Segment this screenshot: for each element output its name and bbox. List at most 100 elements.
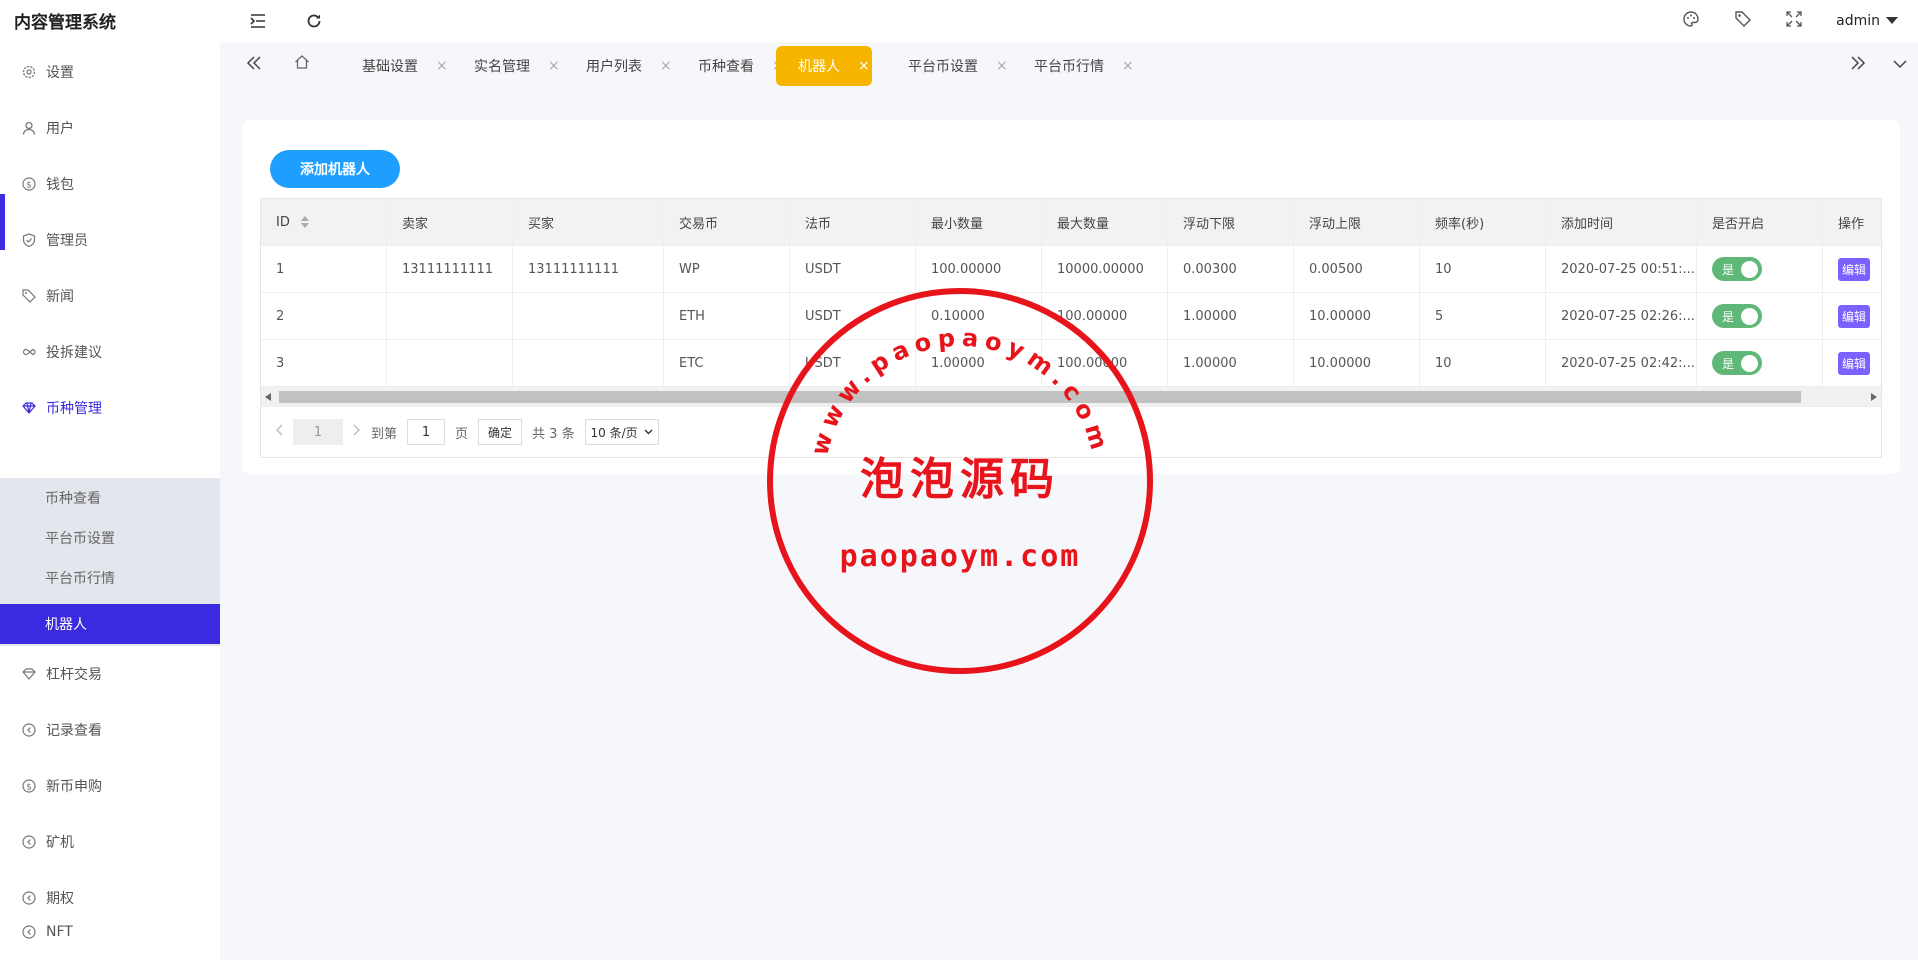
- current-page[interactable]: 1: [293, 419, 343, 445]
- cell-seller: 13111111111: [387, 246, 513, 292]
- next-page-icon[interactable]: [353, 424, 361, 440]
- goto-page-input[interactable]: 1: [407, 419, 446, 445]
- close-icon[interactable]: ×: [436, 58, 448, 74]
- scrollbar-thumb[interactable]: [279, 391, 1801, 403]
- sidebar-item-leverage[interactable]: 杠杆交易: [0, 646, 220, 702]
- robot-table: ID 卖家 买家 交易币 法币 最小数量 最大数量 浮动下限 浮动上限 频率(秒…: [260, 198, 1882, 458]
- diamond-icon: [22, 668, 36, 680]
- cell-max-qty: 100.00000: [1042, 340, 1168, 386]
- header-fiat: 法币: [790, 199, 916, 245]
- switch-knob: [1741, 307, 1758, 325]
- pagination: 1 到第 1 页 确定 共 3 条 10 条/页: [261, 407, 1881, 457]
- tab-user-list[interactable]: 用户列表 ×: [564, 46, 672, 86]
- sidebar-item-user[interactable]: 用户: [0, 100, 220, 156]
- cell-enabled: 是: [1697, 340, 1823, 386]
- sidebar-item-settings[interactable]: 设置: [0, 44, 220, 100]
- cell-seller: [387, 340, 513, 386]
- edit-button[interactable]: 编辑: [1838, 304, 1871, 328]
- header-frequency: 频率(秒): [1420, 199, 1546, 245]
- edit-button[interactable]: 编辑: [1838, 257, 1871, 281]
- sort-icon[interactable]: [300, 215, 310, 229]
- home-icon[interactable]: [294, 54, 310, 74]
- sidebar-item-wallet[interactable]: $ 钱包: [0, 156, 220, 212]
- circle-arrow-icon: [22, 891, 36, 905]
- sidebar-item-label: 记录查看: [46, 723, 102, 739]
- cell-float-min: 0.00300: [1168, 246, 1294, 292]
- close-icon[interactable]: ×: [996, 58, 1008, 74]
- close-icon[interactable]: ×: [548, 58, 560, 74]
- circle-arrow-icon: [22, 723, 36, 737]
- sidebar-item-nft[interactable]: NFT: [0, 904, 220, 960]
- sidebar-item-label: 币种管理: [46, 401, 102, 417]
- theme-icon[interactable]: [1682, 10, 1700, 32]
- tab-label: 基础设置: [362, 59, 418, 75]
- sidebar-item-label: 新闻: [46, 289, 74, 305]
- edit-button[interactable]: 编辑: [1838, 351, 1871, 375]
- tab-label: 用户列表: [586, 59, 642, 75]
- add-robot-button[interactable]: 添加机器人: [270, 150, 400, 188]
- tab-robot[interactable]: 机器人 ×: [776, 46, 872, 86]
- tabs-scroll-left-icon[interactable]: [246, 56, 262, 74]
- refresh-icon[interactable]: [303, 10, 325, 32]
- enabled-switch[interactable]: 是: [1712, 351, 1762, 375]
- tab-label: 实名管理: [474, 59, 530, 75]
- tabs-scroll-right-icon[interactable]: [1850, 56, 1866, 74]
- sidebar-item-miner[interactable]: 矿机: [0, 814, 220, 870]
- sidebar-item-feedback[interactable]: 投拆建议: [0, 324, 220, 380]
- submenu-item-platform-coin-market[interactable]: 平台币行情: [0, 558, 220, 598]
- header-max-qty: 最大数量: [1042, 199, 1168, 245]
- submenu-item-currency-view[interactable]: 币种查看: [0, 478, 220, 518]
- tab-realname[interactable]: 实名管理 ×: [452, 46, 560, 86]
- submenu-item-label: 平台币设置: [45, 531, 115, 547]
- svg-text:$: $: [26, 181, 32, 191]
- scroll-right-arrow-icon[interactable]: [1871, 393, 1877, 401]
- page-size-select[interactable]: 10 条/页: [584, 419, 659, 445]
- tab-platform-coin-settings[interactable]: 平台币设置 ×: [886, 46, 1008, 86]
- switch-knob: [1741, 354, 1758, 372]
- header-id[interactable]: ID: [261, 199, 387, 245]
- cell-float-min: 1.00000: [1168, 293, 1294, 339]
- switch-label: 是: [1722, 262, 1735, 277]
- sidebar-item-currency[interactable]: 币种管理: [0, 380, 220, 436]
- sidebar-item-news[interactable]: 新闻: [0, 268, 220, 324]
- page-size-value: 10 条/页: [590, 425, 638, 440]
- cell-trade-coin: WP: [664, 246, 790, 292]
- prev-page-icon[interactable]: [275, 424, 283, 440]
- tab-platform-coin-market[interactable]: 平台币行情 ×: [1012, 46, 1134, 86]
- table-header: ID 卖家 买家 交易币 法币 最小数量 最大数量 浮动下限 浮动上限 频率(秒…: [261, 199, 1881, 246]
- header-label: ID: [276, 214, 290, 230]
- cell-float-max: 10.00000: [1294, 340, 1420, 386]
- tag-icon[interactable]: [1734, 10, 1752, 32]
- goto-confirm-button[interactable]: 确定: [478, 419, 523, 445]
- horizontal-scrollbar[interactable]: [261, 387, 1881, 407]
- switch-label: 是: [1722, 356, 1735, 371]
- tab-currency-view[interactable]: 币种查看×: [676, 46, 784, 86]
- sidebar-item-new-coin[interactable]: $ 新币申购: [0, 758, 220, 814]
- tab-basic-settings[interactable]: 基础设置 ×: [340, 46, 448, 86]
- top-header: 内容管理系统 admin: [0, 0, 1918, 42]
- sidebar-item-label: 新币申购: [46, 779, 102, 795]
- svg-text:$: $: [26, 783, 32, 793]
- scroll-left-arrow-icon[interactable]: [265, 393, 271, 401]
- cell-max-qty: 100.00000: [1042, 293, 1168, 339]
- fullscreen-icon[interactable]: [1786, 11, 1802, 31]
- close-icon[interactable]: ×: [660, 58, 672, 74]
- header-actions: 操作: [1838, 216, 1865, 232]
- table-row: 1 13111111111 13111111111 WP USDT 100.00…: [261, 246, 1881, 293]
- close-icon[interactable]: ×: [858, 58, 870, 74]
- sidebar-item-admin[interactable]: 管理员: [0, 212, 220, 268]
- cell-added-time: 2020-07-25 02:42:...: [1546, 340, 1697, 386]
- menu-fold-icon[interactable]: [247, 10, 269, 32]
- submenu-item-robot[interactable]: 机器人: [0, 604, 220, 644]
- tabs-dropdown-icon[interactable]: [1893, 58, 1907, 73]
- close-icon[interactable]: ×: [1122, 58, 1134, 74]
- submenu-item-platform-coin-settings[interactable]: 平台币设置: [0, 518, 220, 558]
- enabled-switch[interactable]: 是: [1712, 257, 1762, 281]
- cell-fiat: USDT: [790, 340, 916, 386]
- enabled-switch[interactable]: 是: [1712, 304, 1762, 328]
- cell-added-time: 2020-07-25 02:26:...: [1546, 293, 1697, 339]
- sidebar-item-records[interactable]: 记录查看: [0, 702, 220, 758]
- cell-float-max: 0.00500: [1294, 246, 1420, 292]
- user-menu[interactable]: admin: [1836, 13, 1898, 29]
- gear-icon: [22, 65, 36, 79]
